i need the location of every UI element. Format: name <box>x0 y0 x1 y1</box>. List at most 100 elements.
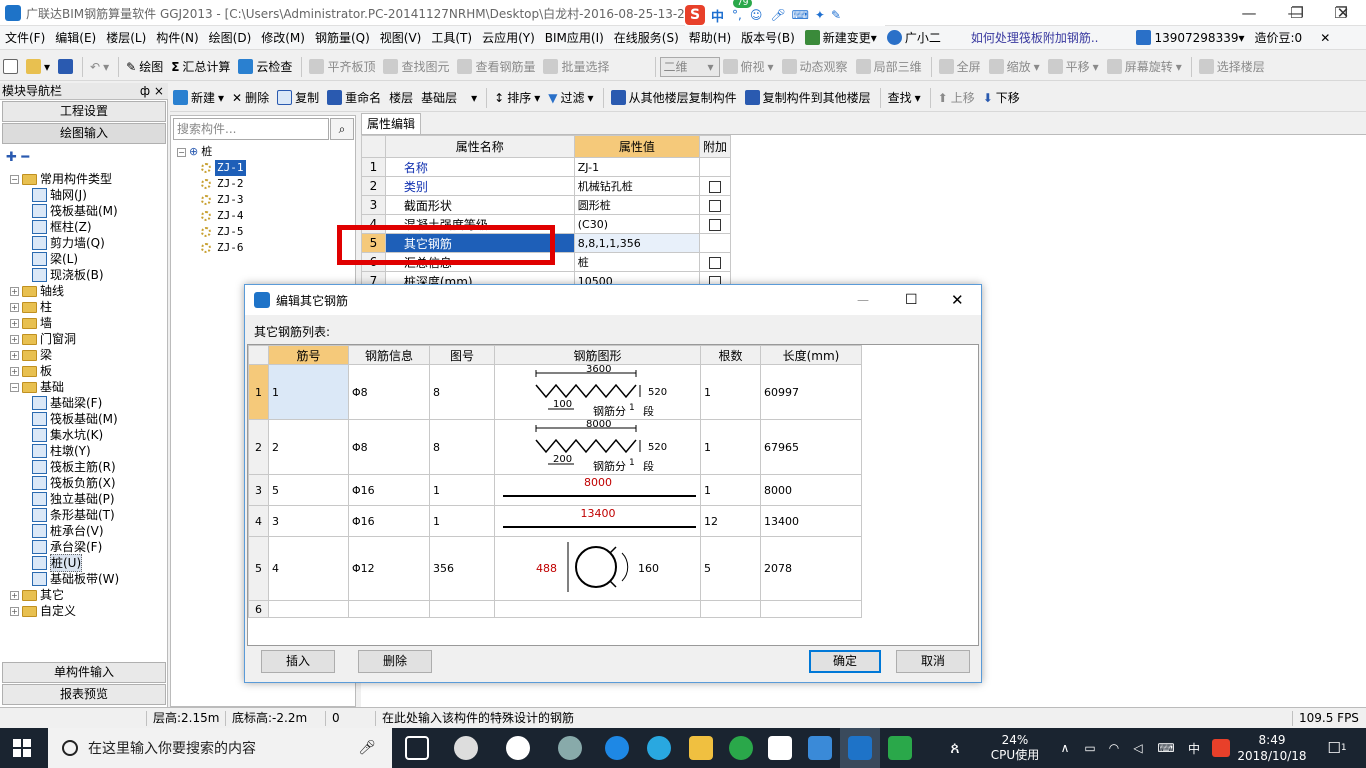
component-item[interactable]: ZJ-6 <box>201 240 347 256</box>
rebar-info[interactable]: Φ16 <box>348 505 430 537</box>
component-root[interactable]: − ⊕ 桩 <box>177 144 347 160</box>
nav-folder-item[interactable]: + 自定义 <box>4 603 164 619</box>
green-app-icon[interactable] <box>729 736 753 760</box>
punct-icon[interactable]: °, <box>732 8 742 22</box>
rebar-bar-no[interactable] <box>268 600 349 618</box>
nav-component-item[interactable]: 基础梁(F) <box>4 395 164 411</box>
screen-rotate-button[interactable]: 屏幕旋转 ▾ <box>1104 55 1187 79</box>
rebar-count[interactable]: 12 <box>700 505 761 537</box>
nav-component-item[interactable]: 框柱(Z) <box>4 219 164 235</box>
component-item[interactable]: ZJ-3 <box>201 192 347 208</box>
rebar-info[interactable] <box>348 600 430 618</box>
drawing-input-button[interactable]: 绘图输入 <box>2 123 166 144</box>
open-button[interactable]: ▾ <box>23 55 55 79</box>
rebar-count[interactable]: 1 <box>700 419 761 475</box>
keyboard-icon[interactable]: ⌨ <box>792 8 809 22</box>
property-value[interactable]: 8,8,1,1,356 <box>573 233 700 253</box>
nav-component-item[interactable]: 承台梁(F) <box>4 539 164 555</box>
wifi-icon[interactable]: ◠ <box>1104 728 1124 768</box>
expand-icon[interactable]: + <box>10 318 19 328</box>
nav-component-item[interactable]: 基础板带(W) <box>4 571 164 587</box>
align-slab-top-button[interactable]: 平齐板顶 <box>306 55 380 79</box>
rename-button[interactable]: 重命名 <box>324 86 386 110</box>
select-floor-button[interactable]: 选择楼层 <box>1196 55 1270 79</box>
network-icon[interactable]: ▭ <box>1080 728 1100 768</box>
menu-new-change[interactable]: 新建变更 ▾ <box>800 26 882 50</box>
collapse-icon[interactable]: − <box>10 382 19 392</box>
menu-bar-close-icon[interactable]: ✕ <box>1315 26 1335 50</box>
collapse-icon[interactable]: − <box>10 174 19 184</box>
notification-center-icon[interactable]: ☐ 1 <box>1322 728 1352 768</box>
view-mode-select[interactable]: 二维 ▾ <box>659 56 720 77</box>
rebar-shape-cell[interactable] <box>494 600 701 618</box>
rebar-shape-cell[interactable]: 8000 <box>494 474 701 506</box>
nav-component-item[interactable]: 剪力墙(Q) <box>4 235 164 251</box>
rebar-bar-no[interactable]: 3 <box>268 505 349 537</box>
report-preview-button[interactable]: 报表预览 <box>2 684 166 705</box>
rebar-shape-cell[interactable]: 3600 520 100 钢筋分 1 段 <box>494 364 701 420</box>
rebar-info[interactable]: Φ12 <box>348 536 430 601</box>
glodon-h-icon[interactable] <box>888 736 912 760</box>
user-account[interactable]: 13907298339 ▾ <box>1131 26 1249 50</box>
rebar-length[interactable]: 2078 <box>760 536 862 601</box>
nav-component-item[interactable]: 集水坑(K) <box>4 427 164 443</box>
chat-app-icon[interactable] <box>558 736 582 760</box>
search-icon[interactable]: ⌕ <box>330 118 354 140</box>
move-down-button[interactable]: ⬇ 下移 <box>980 86 1025 110</box>
property-row[interactable]: 3 截面形状 圆形桩 <box>361 195 732 215</box>
window-minimize-button[interactable]: — <box>1226 0 1272 26</box>
filter-button[interactable]: ▼ 过滤 ▾ <box>545 86 598 110</box>
nav-component-item[interactable]: 柱墩(Y) <box>4 443 164 459</box>
ok-button[interactable]: 确定 <box>809 650 881 673</box>
delete-button[interactable]: 删除 <box>358 650 432 673</box>
menu-rebar-qty[interactable]: 钢筋量(Q) <box>310 26 375 50</box>
nav-component-item[interactable]: 条形基础(T) <box>4 507 164 523</box>
delete-component-button[interactable]: ✕ 删除 <box>229 86 274 110</box>
pan-button[interactable]: 平移 ▾ <box>1045 55 1104 79</box>
nav-folder-item[interactable]: + 轴线 <box>4 283 164 299</box>
rebar-row[interactable]: 6 <box>248 600 862 618</box>
ie-icon[interactable] <box>647 736 671 760</box>
expand-icon[interactable]: + <box>10 334 19 344</box>
menu-cloud[interactable]: 云应用(Y) <box>477 26 540 50</box>
nav-component-item[interactable]: 现浇板(B) <box>4 267 164 283</box>
menu-modify[interactable]: 修改(M) <box>256 26 310 50</box>
nav-component-item[interactable]: 轴网(J) <box>4 187 164 203</box>
rebar-length[interactable]: 67965 <box>760 419 862 475</box>
taskbar-search-box[interactable]: 在这里输入你要搜索的内容 🎤︎ <box>48 728 392 768</box>
menu-draw[interactable]: 绘图(D) <box>204 26 257 50</box>
property-row[interactable]: 1 名称 ZJ-1 <box>361 157 732 177</box>
rebar-length[interactable]: 13400 <box>760 505 862 537</box>
nav-component-item[interactable]: 桩承台(V) <box>4 523 164 539</box>
tools-icon[interactable]: ✎ <box>831 8 841 22</box>
component-item[interactable]: ZJ-4 <box>201 208 347 224</box>
rebar-bar-no[interactable]: 1 <box>268 364 349 420</box>
nav-component-item[interactable]: 筏板主筋(R) <box>4 459 164 475</box>
ie-browser-icon[interactable] <box>506 736 530 760</box>
draw-button[interactable]: ✎ 绘图 <box>123 55 168 79</box>
rebar-bar-no[interactable]: 4 <box>268 536 349 601</box>
dialog-minimize-button[interactable]: — <box>857 293 869 307</box>
expand-icon[interactable]: + <box>10 286 19 296</box>
rebar-info[interactable]: Φ8 <box>348 364 430 420</box>
view-rebar-qty-button[interactable]: 查看钢筋量 <box>454 55 540 79</box>
rebar-figure-no[interactable]: 1 <box>429 474 495 506</box>
question-link[interactable]: 如何处理筏板附加钢筋.. <box>966 26 1104 50</box>
rebar-figure-no[interactable]: 356 <box>429 536 495 601</box>
tab-property-edit[interactable]: 属性编辑 <box>361 113 421 134</box>
sogou-ime-toolbar[interactable]: S 79 中 °, ☺ 🎤︎ ⌨ ✦ ✎ <box>685 0 885 26</box>
rebar-row[interactable]: 3 5 Φ16 1 8000 1 8000 <box>248 474 862 506</box>
mail-icon[interactable] <box>768 736 792 760</box>
cloud-check-button[interactable]: 云检查 <box>235 55 297 79</box>
ggj-app-icon[interactable] <box>848 736 872 760</box>
property-value[interactable]: 机械钻孔桩 <box>573 176 700 196</box>
find-element-button[interactable]: 查找图元 <box>380 55 454 79</box>
property-row[interactable]: 2 类别 机械钻孔桩 <box>361 176 732 196</box>
menu-floor[interactable]: 楼层(L) <box>101 26 151 50</box>
tray-expand-icon[interactable]: ∧ <box>1055 728 1075 768</box>
rebar-shape-cell[interactable]: 13400 <box>494 505 701 537</box>
rebar-figure-no[interactable] <box>429 600 495 618</box>
volume-icon[interactable]: ◁ <box>1128 728 1148 768</box>
new-file-button[interactable] <box>0 55 23 79</box>
summary-calc-button[interactable]: Σ 汇总计算 <box>168 55 235 79</box>
